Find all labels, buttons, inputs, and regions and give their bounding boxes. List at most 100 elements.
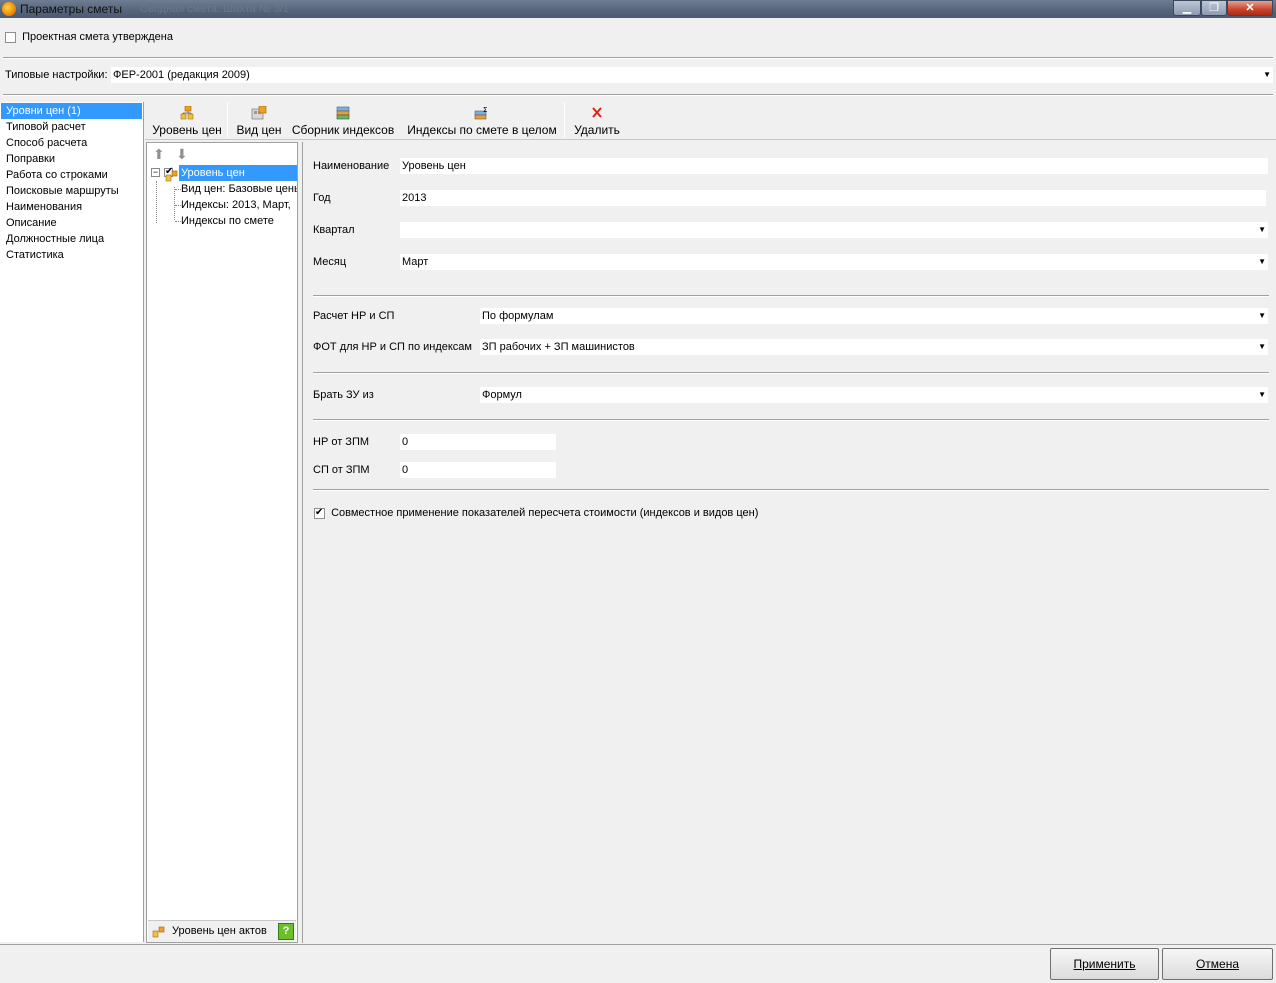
joint-checkbox[interactable]: [314, 506, 325, 520]
chevron-down-icon: ▼: [1258, 390, 1266, 399]
form-separator: [313, 419, 1269, 421]
move-down-icon[interactable]: ⬇: [176, 147, 188, 161]
close-button[interactable]: ✕: [1227, 0, 1273, 16]
minimize-button[interactable]: ▁: [1173, 0, 1201, 16]
sidebar-item-price-levels[interactable]: Уровни цен (1): [1, 103, 142, 119]
tree-footer-label: Уровень цен актов: [172, 925, 267, 937]
sp-zpm-label: СП от ЗПМ: [313, 464, 370, 476]
typical-settings-value: ФЕР-2001 (редакция 2009): [113, 69, 250, 81]
name-input[interactable]: Уровень цен: [400, 158, 1268, 174]
help-icon[interactable]: ?: [278, 923, 294, 940]
sidebar-item-names[interactable]: Наименования: [0, 199, 143, 215]
sp-zpm-input[interactable]: 0: [400, 462, 556, 478]
nr-sp-label: Расчет НР и СП: [313, 310, 395, 322]
indices-whole-button[interactable]: Σ Индексы по смете в целом: [405, 102, 559, 140]
tree-line: [156, 181, 157, 223]
nr-zpm-input[interactable]: 0: [400, 434, 556, 450]
move-up-icon[interactable]: ⬆: [153, 147, 165, 161]
window-title-ghost: Сводная смета. Шахта № 3/1: [140, 3, 289, 15]
index-collection-icon: [336, 106, 350, 120]
approved-label: Проектная смета утверждена: [22, 31, 173, 43]
tree-item-root[interactable]: Уровень цен: [179, 165, 297, 181]
index-collection-button[interactable]: Сборник индексов: [290, 102, 396, 140]
chevron-down-icon: ▼: [1263, 70, 1271, 79]
chevron-down-icon: ▼: [1258, 342, 1266, 351]
fot-label: ФОТ для НР и СП по индексам: [313, 341, 472, 353]
zu-label: Брать ЗУ из: [313, 389, 374, 401]
delete-x-icon: [592, 107, 602, 118]
zu-value: Формул: [482, 389, 522, 401]
month-value: Март: [402, 256, 429, 268]
sidebar-item-typical-calc[interactable]: Типовой расчет: [0, 119, 143, 135]
indices-sum-icon: Σ: [474, 106, 487, 120]
indices-whole-button-label: Индексы по смете в целом: [407, 123, 557, 137]
top-separator: [3, 57, 1273, 59]
bottom-separator: [0, 944, 1276, 945]
tree-item-indices[interactable]: Индексы: 2013, Март,: [181, 197, 297, 213]
cancel-button[interactable]: Отмена: [1162, 948, 1273, 980]
apply-button[interactable]: Применить: [1050, 948, 1159, 980]
month-label: Месяц: [313, 256, 347, 268]
typical-settings-select[interactable]: ФЕР-2001 (редакция 2009) ▼: [111, 67, 1273, 83]
maximize-button[interactable]: ❐: [1201, 0, 1227, 16]
tree-line: [174, 187, 175, 220]
chevron-down-icon: ▼: [1258, 225, 1266, 234]
sidebar-item-rows[interactable]: Работа со строками: [0, 167, 143, 183]
zu-select[interactable]: Формул ▼: [480, 387, 1268, 403]
joint-row: Совместное применение показателей пересч…: [314, 506, 758, 520]
toolbar-divider: [564, 102, 565, 138]
nr-sp-select[interactable]: По формулам ▼: [480, 308, 1268, 324]
form-separator: [313, 295, 1269, 297]
form-separator: [313, 489, 1269, 491]
approved-row: Проектная смета утверждена: [5, 30, 173, 44]
nr-sp-value: По формулам: [482, 310, 554, 322]
price-level-button-label: Уровень цен: [152, 123, 222, 137]
sidebar-item-description[interactable]: Описание: [0, 215, 143, 231]
sidebar-item-officials[interactable]: Должностные лица: [0, 231, 143, 247]
name-label: Наименование: [313, 160, 390, 172]
delete-button[interactable]: Удалить: [570, 102, 624, 140]
form-panel: Наименование Уровень цен Год 2013 Кварта…: [302, 142, 1276, 943]
tree-item-price-type[interactable]: Вид цен: Базовые цены: [181, 181, 297, 197]
price-level-icon: [180, 106, 194, 120]
chevron-down-icon: ▼: [1258, 257, 1266, 266]
tree-item-indices-estimate[interactable]: Индексы по смете: [181, 213, 297, 229]
delete-button-label: Удалить: [574, 123, 620, 137]
collapse-toggle[interactable]: −: [151, 168, 160, 177]
settings-separator: [3, 94, 1273, 96]
tree-panel: ⬆ ⬇ − Уровень цен Вид цен: Базовые цены …: [146, 142, 298, 943]
year-label: Год: [313, 192, 331, 204]
price-level-node-icon: [165, 170, 178, 182]
toolbar-divider: [227, 102, 228, 138]
chevron-down-icon: ▼: [1258, 311, 1266, 320]
index-collection-button-label: Сборник индексов: [291, 123, 395, 137]
fot-select[interactable]: ЗП рабочих + ЗП машинистов ▼: [480, 339, 1268, 355]
sidebar-item-statistics[interactable]: Статистика: [0, 247, 143, 263]
sidebar-item-search-routes[interactable]: Поисковые маршруты: [0, 183, 143, 199]
tree-footer[interactable]: Уровень цен актов ?: [148, 920, 296, 942]
svg-text:Σ: Σ: [483, 106, 487, 114]
cancel-button-label: Отмена: [1195, 957, 1240, 971]
quarter-select[interactable]: ▼: [400, 222, 1268, 238]
approved-checkbox[interactable]: [5, 31, 16, 43]
toolbar: Уровень цен Вид цен Сборник индексов Σ И…: [145, 102, 1276, 140]
title-bar: Параметры сметы Сводная смета. Шахта № 3…: [0, 0, 1276, 18]
apply-button-label: Применить: [1073, 957, 1136, 971]
fot-value: ЗП рабочих + ЗП машинистов: [482, 341, 635, 353]
price-type-button[interactable]: Вид цен: [233, 102, 285, 140]
price-level-button[interactable]: Уровень цен: [149, 102, 225, 140]
quarter-label: Квартал: [313, 224, 355, 236]
app-icon: [2, 2, 16, 16]
joint-label: Совместное применение показателей пересч…: [331, 507, 759, 519]
month-select[interactable]: Март ▼: [400, 254, 1268, 270]
price-type-button-label: Вид цен: [236, 123, 282, 137]
sidebar-item-corrections[interactable]: Поправки: [0, 151, 143, 167]
sidebar-item-calc-method[interactable]: Способ расчета: [0, 135, 143, 151]
price-type-icon: [251, 106, 267, 120]
nr-zpm-label: НР от ЗПМ: [313, 436, 370, 448]
window-title: Параметры сметы: [20, 2, 122, 16]
typical-settings-label: Типовые настройки:: [5, 69, 108, 81]
act-price-level-icon: [152, 926, 165, 938]
year-input[interactable]: 2013: [400, 190, 1266, 206]
form-separator: [313, 372, 1269, 374]
